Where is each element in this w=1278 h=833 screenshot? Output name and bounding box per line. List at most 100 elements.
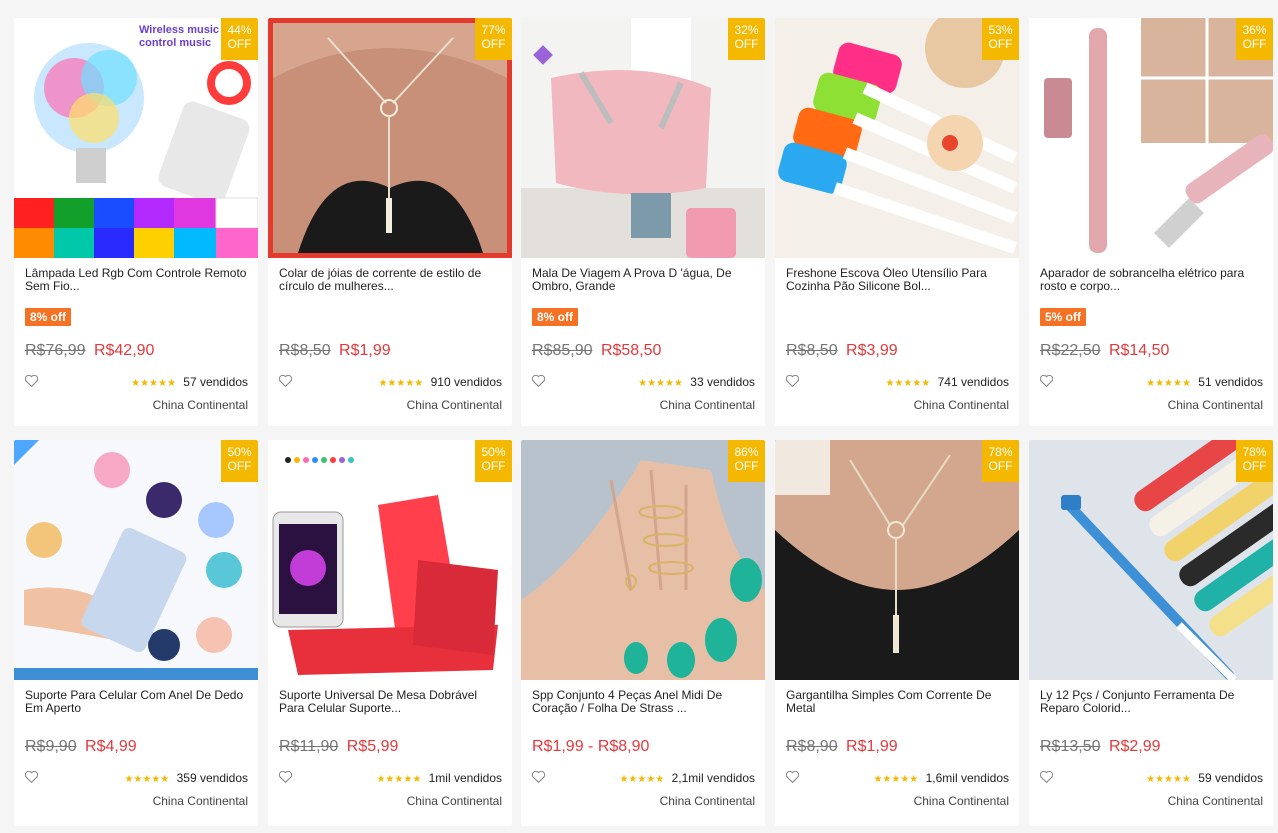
sold-count: 2,1mil vendidos (671, 771, 755, 785)
discount-badge: 78% OFF (1236, 440, 1273, 482)
heart-icon[interactable] (786, 375, 799, 387)
discount-label: OFF (734, 459, 759, 473)
product-image[interactable]: 78% OFF (775, 440, 1019, 680)
product-card[interactable]: 78% OFF Gargantilha Simples Com Corrente… (775, 440, 1019, 826)
product-card[interactable]: 50% OFF Suporte Para Celular Com Anel De… (14, 440, 258, 826)
current-price: R$1,99 (846, 738, 898, 755)
current-price: R$1,99 (339, 342, 391, 359)
rating-sold: ★★★★★ 59 vendidos (1146, 771, 1263, 785)
product-image[interactable]: Wireless music control music 44% OFF (14, 18, 258, 258)
product-card[interactable]: 78% OFF Ly 12 Pçs / Conjunto Ferramenta … (1029, 440, 1273, 826)
product-title[interactable]: Freshone Escova Óleo Utensílio Para Cozi… (786, 267, 1010, 295)
origin-label: China Continental (913, 794, 1009, 808)
product-title[interactable]: Suporte Universal De Mesa Dobrável Para … (279, 689, 503, 717)
current-price: R$1,99 - R$8,90 (532, 738, 650, 755)
discount-label: OFF (1242, 37, 1267, 51)
product-grid: Wireless music control music 44% OFF Lâm… (0, 0, 1278, 833)
product-title[interactable]: Suporte Para Celular Com Anel De Dedo Em… (25, 689, 249, 717)
price-row: R$22,50 R$14,50 (1040, 342, 1169, 360)
current-price: R$3,99 (846, 342, 898, 359)
product-title[interactable]: Gargantilha Simples Com Corrente De Meta… (786, 689, 1010, 717)
price-row: R$76,99 R$42,90 (25, 342, 154, 360)
current-price: R$42,90 (93, 342, 155, 359)
product-image[interactable]: 78% OFF (1029, 440, 1273, 680)
discount-percent: 50% (227, 445, 252, 459)
product-image[interactable]: 36% OFF (1029, 18, 1273, 258)
discount-badge: 50% OFF (221, 440, 258, 482)
current-price: R$2,99 (1108, 738, 1161, 755)
product-image[interactable]: 86% OFF (521, 440, 765, 680)
product-card[interactable]: 53% OFF Freshone Escova Óleo Utensílio P… (775, 18, 1019, 426)
off-tag: 8% off (532, 308, 578, 326)
star-icon: ★★★★★ (873, 774, 919, 785)
discount-percent: 77% (481, 23, 506, 37)
sold-count: 59 vendidos (1198, 771, 1263, 785)
discount-badge: 77% OFF (475, 18, 512, 60)
product-title[interactable]: Ly 12 Pçs / Conjunto Ferramenta De Repar… (1040, 689, 1264, 717)
discount-badge: 86% OFF (728, 440, 765, 482)
origin-label: China Continental (913, 398, 1009, 412)
heart-icon[interactable] (279, 375, 292, 387)
product-card[interactable]: 77% OFF Colar de jóias de corrente de es… (268, 18, 512, 426)
heart-icon[interactable] (1040, 771, 1053, 783)
old-price: R$76,99 (25, 342, 86, 359)
sold-count: 910 vendidos (430, 375, 502, 389)
product-card[interactable]: Wireless music control music 44% OFF Lâm… (14, 18, 258, 426)
product-title[interactable]: Aparador de sobrancelha elétrico para ro… (1040, 267, 1264, 295)
discount-badge: 36% OFF (1236, 18, 1273, 60)
product-image[interactable]: 50% OFF (268, 440, 512, 680)
rating-sold: ★★★★★ 2,1mil vendidos (619, 771, 755, 785)
product-title[interactable]: Lâmpada Led Rgb Com Controle Remoto Sem … (25, 267, 249, 295)
rating-sold: ★★★★★ 910 vendidos (378, 375, 502, 389)
discount-percent: 86% (734, 445, 759, 459)
product-image[interactable]: 32% OFF (521, 18, 765, 258)
discount-label: OFF (734, 37, 759, 51)
product-image[interactable]: 77% OFF (268, 18, 512, 258)
discount-label: OFF (988, 37, 1013, 51)
current-price: R$5,99 (346, 738, 399, 755)
price-row: R$13,50 R$2,99 (1040, 738, 1161, 756)
product-image[interactable]: 53% OFF (775, 18, 1019, 258)
origin-label: China Continental (406, 398, 502, 412)
heart-icon[interactable] (279, 771, 292, 783)
product-image[interactable]: 50% OFF (14, 440, 258, 680)
old-price: R$11,90 (279, 738, 339, 755)
sold-count: 741 vendidos (937, 375, 1009, 389)
discount-label: OFF (988, 459, 1013, 473)
current-price: R$58,50 (600, 342, 662, 359)
discount-percent: 50% (481, 445, 506, 459)
price-row: R$9,90 R$4,99 (25, 738, 137, 756)
heart-icon[interactable] (532, 375, 545, 387)
sold-count: 359 vendidos (176, 771, 248, 785)
star-icon: ★★★★★ (885, 378, 931, 389)
heart-icon[interactable] (1040, 375, 1053, 387)
star-icon: ★★★★★ (124, 774, 170, 785)
product-card[interactable]: 32% OFF Mala De Viagem A Prova D 'água, … (521, 18, 765, 426)
origin-label: China Continental (1167, 398, 1263, 412)
discount-badge: 78% OFF (982, 440, 1019, 482)
discount-badge: 32% OFF (728, 18, 765, 60)
star-icon: ★★★★★ (376, 774, 422, 785)
old-price: R$8,90 (786, 738, 838, 755)
discount-label: OFF (481, 37, 506, 51)
product-title[interactable]: Colar de jóias de corrente de estilo de … (279, 267, 503, 295)
origin-label: China Continental (152, 398, 248, 412)
heart-icon[interactable] (532, 771, 545, 783)
off-tag: 5% off (1040, 308, 1086, 326)
heart-icon[interactable] (25, 375, 38, 387)
heart-icon[interactable] (25, 771, 38, 783)
price-row: R$8,50 R$3,99 (786, 342, 898, 360)
product-title[interactable]: Spp Conjunto 4 Peças Anel Midi De Coraçã… (532, 689, 756, 717)
star-icon: ★★★★★ (638, 378, 683, 389)
heart-icon[interactable] (786, 771, 799, 783)
rating-sold: ★★★★★ 33 vendidos (638, 375, 755, 389)
product-card[interactable]: 36% OFF Aparador de sobrancelha elétrico… (1029, 18, 1273, 426)
old-price: R$85,90 (532, 342, 593, 359)
product-card[interactable]: 50% OFF Suporte Universal De Mesa Dobráv… (268, 440, 512, 826)
product-card[interactable]: 86% OFF Spp Conjunto 4 Peças Anel Midi D… (521, 440, 765, 826)
old-price: R$8,50 (279, 342, 331, 359)
discount-percent: 44% (227, 23, 252, 37)
sold-count: 1,6mil vendidos (925, 771, 1009, 785)
product-title[interactable]: Mala De Viagem A Prova D 'água, De Ombro… (532, 267, 756, 295)
origin-label: China Continental (659, 398, 755, 412)
